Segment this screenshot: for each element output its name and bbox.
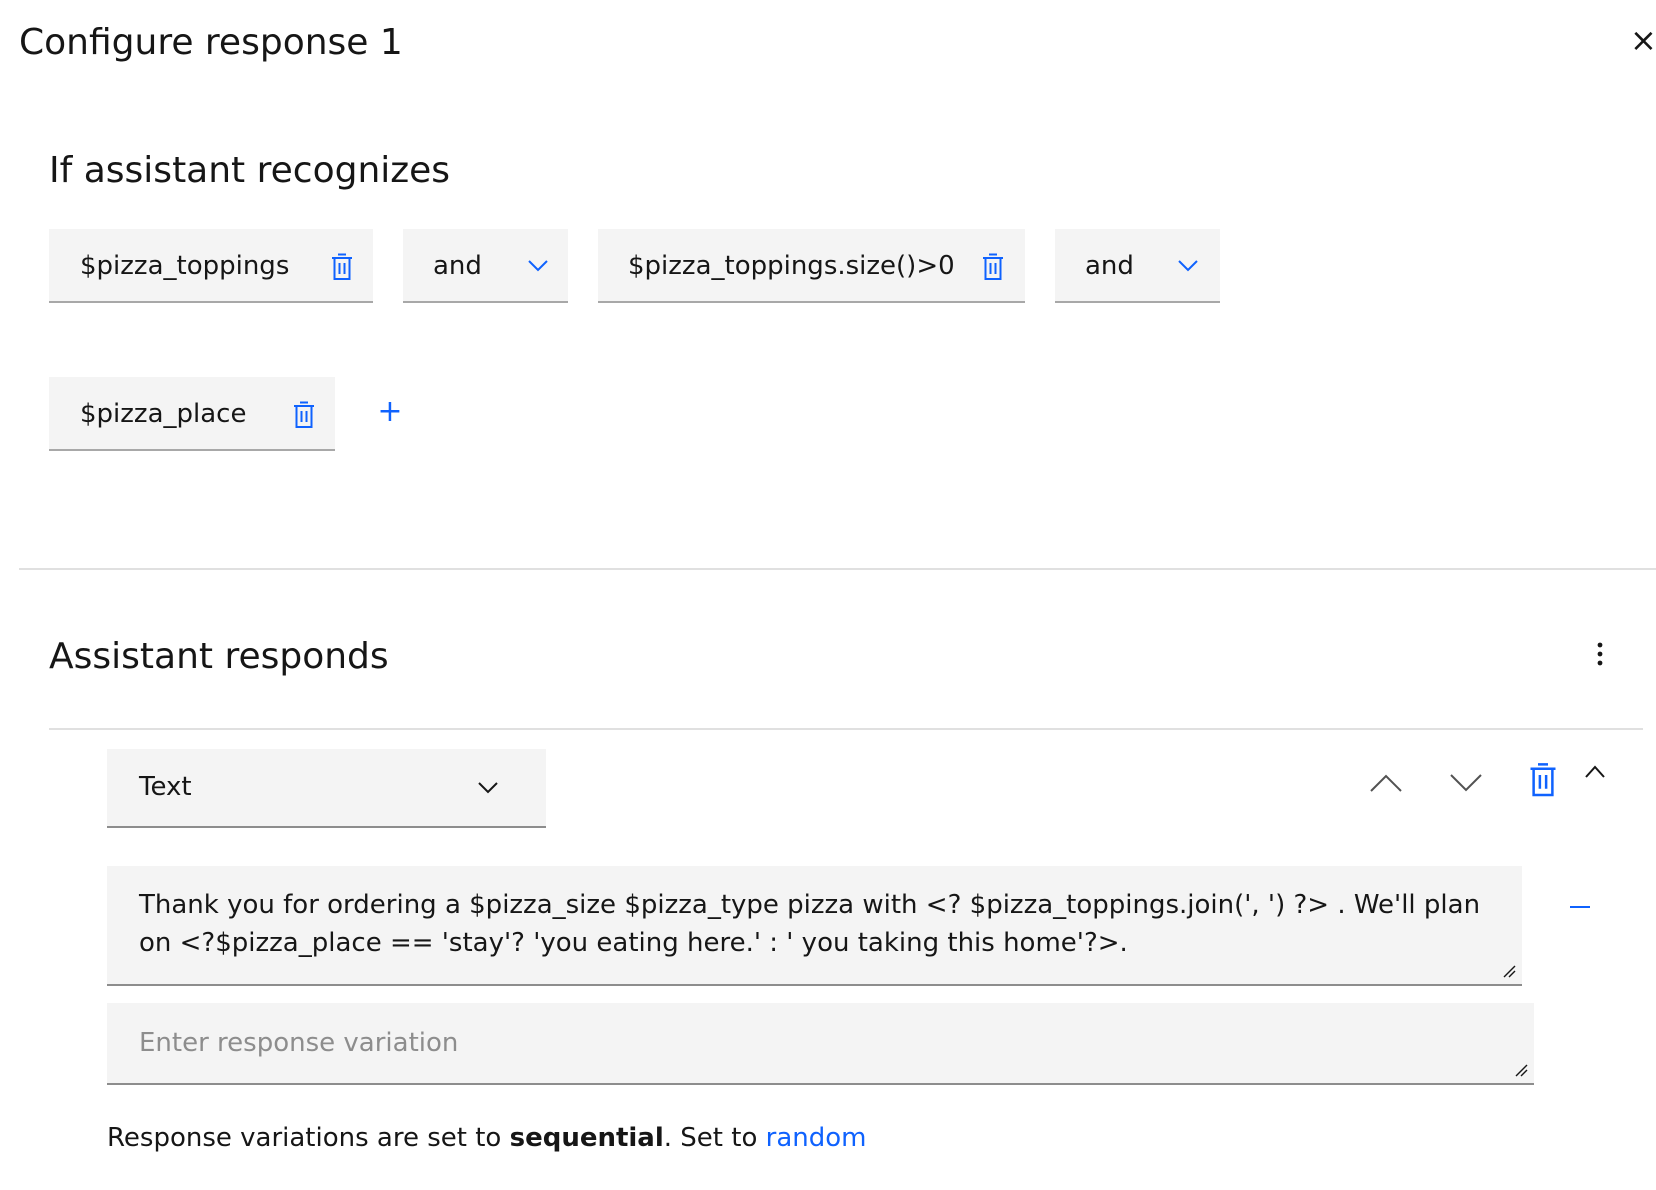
condition-chip-pizza-toppings-size[interactable]: $pizza_toppings.size()>0 (598, 229, 1025, 303)
response-type-select[interactable]: Text (107, 749, 546, 828)
collapse-chevron-up-icon[interactable] (1584, 763, 1606, 779)
responds-divider (49, 728, 1643, 730)
condition-label: $pizza_place (80, 399, 247, 429)
chevron-down-icon (1178, 260, 1198, 272)
condition-label: $pizza_toppings.size()>0 (628, 251, 955, 281)
response-type-value: Text (139, 772, 192, 802)
add-condition-plus-icon[interactable]: + (376, 392, 404, 432)
operator-select-2[interactable]: and (1055, 229, 1220, 303)
responds-heading: Assistant responds (49, 636, 389, 677)
overflow-menu-icon[interactable] (1592, 640, 1608, 668)
operator-value: and (433, 251, 482, 281)
conditions-heading: If assistant recognizes (49, 150, 451, 191)
trash-icon[interactable] (292, 401, 316, 429)
modal-title: Configure response 1 (19, 22, 403, 63)
operator-select-1[interactable]: and (403, 229, 568, 303)
response-variation-input[interactable] (107, 1003, 1534, 1083)
configure-response-modal: Configure response 1 × If assistant reco… (0, 0, 1656, 1190)
chevron-down-icon (528, 260, 548, 272)
variation-mode-prefix: Response variations are set to (107, 1123, 510, 1153)
trash-icon[interactable] (330, 253, 354, 281)
delete-response-trash-icon[interactable] (1528, 762, 1558, 798)
variation-mode-middle: . Set to (663, 1123, 766, 1153)
close-icon[interactable]: × (1630, 20, 1656, 60)
variation-mode-value: sequential (509, 1123, 664, 1153)
chevron-down-icon (478, 782, 498, 794)
move-down-chevron-down-icon[interactable] (1449, 773, 1483, 793)
resize-handle-icon[interactable] (1502, 964, 1516, 978)
response-variation-field[interactable] (107, 1003, 1534, 1085)
remove-variation-minus-icon[interactable] (1570, 906, 1590, 908)
operator-value: and (1085, 251, 1134, 281)
trash-icon[interactable] (981, 253, 1005, 281)
response-text-area[interactable]: Thank you for ordering a $pizza_size $pi… (107, 866, 1522, 986)
condition-chip-pizza-place[interactable]: $pizza_place (49, 377, 335, 451)
condition-label: $pizza_toppings (80, 251, 290, 281)
section-divider (19, 568, 1656, 570)
condition-chip-pizza-toppings[interactable]: $pizza_toppings (49, 229, 373, 303)
response-text-value: Thank you for ordering a $pizza_size $pi… (139, 890, 1481, 958)
move-up-chevron-up-icon[interactable] (1369, 773, 1403, 793)
set-random-link[interactable]: random (766, 1123, 867, 1153)
resize-handle-icon[interactable] (1514, 1063, 1528, 1077)
variation-mode-text: Response variations are set to sequentia… (107, 1118, 866, 1158)
